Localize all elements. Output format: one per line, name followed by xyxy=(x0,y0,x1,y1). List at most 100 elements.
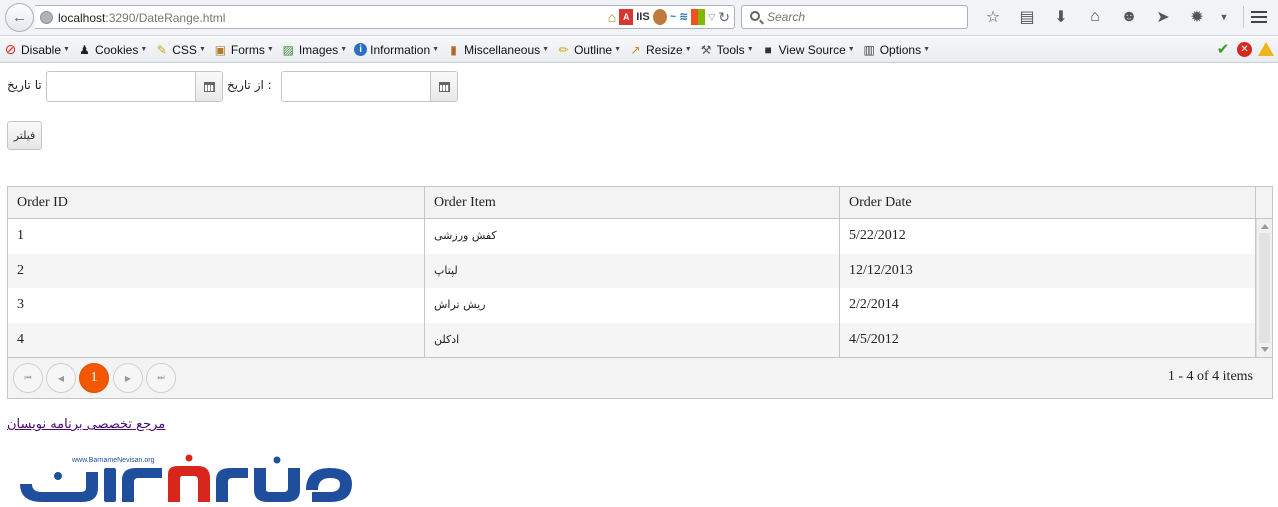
windows-icon[interactable] xyxy=(691,9,706,25)
from-date-calendar-button[interactable] xyxy=(430,72,457,101)
url-bar[interactable]: localhost:3290/DateRange.html ⌂ A IIS ~ … xyxy=(35,5,735,29)
dev-menu-tools[interactable]: ⚒ Tools ▼ xyxy=(699,42,754,57)
wave-icon[interactable]: ~ xyxy=(670,9,676,25)
browser-search-input[interactable] xyxy=(767,9,962,25)
browser-toolbar-icons: ☆ ▤ ⬇ ⌂ ☻ ➤ ✹ ▼ xyxy=(976,6,1234,28)
chat-icon[interactable]: ☻ xyxy=(1112,6,1146,28)
cell-order-item: لپتاپ xyxy=(425,253,840,288)
dev-menu-cookies[interactable]: ♟ Cookies ▼ xyxy=(77,42,147,57)
logo-url-text: www.BarnameNevisan.org xyxy=(71,457,155,464)
home-icon[interactable]: ⌂ xyxy=(608,9,616,25)
miscellaneous-icon: ▮ xyxy=(450,42,457,57)
cell-order-id: 4 xyxy=(8,322,425,357)
url-addon-icons: ⌂ A IIS ~ ≋ ▽ ↻ xyxy=(608,9,730,25)
from-date-input[interactable] xyxy=(284,74,428,99)
current-page-button[interactable]: 1 xyxy=(79,363,109,393)
pager-info: 1 - 4 of 4 items xyxy=(1167,369,1253,384)
dev-menu-options[interactable]: ▥ Options ▼ xyxy=(862,42,930,57)
cell-order-id: 1 xyxy=(8,219,425,254)
cell-order-date: 4/5/2012 xyxy=(840,322,1256,357)
first-page-icon: ⏮ xyxy=(24,373,32,382)
table-row[interactable]: 2 لپتاپ 12/12/2013 xyxy=(8,253,1272,288)
cell-order-date: 12/12/2013 xyxy=(840,253,1256,288)
error-icon[interactable]: ✕ xyxy=(1237,42,1252,57)
table-row[interactable]: 4 ادکلن 4/5/2012 xyxy=(8,322,1272,357)
scrollbar-thumb[interactable] xyxy=(1259,233,1270,343)
grid-header: Order ID Order Item Order Date xyxy=(8,187,1272,219)
filter-button[interactable]: فیلتر xyxy=(7,121,42,150)
scroll-up-icon[interactable] xyxy=(1261,224,1269,229)
from-date-picker[interactable] xyxy=(281,71,458,102)
table-row[interactable]: 1 کفش ورزشی 5/22/2012 xyxy=(8,219,1272,254)
forms-icon: ▣ xyxy=(214,42,227,57)
tools-icon: ⚒ xyxy=(700,42,712,57)
next-page-button[interactable]: ▶ xyxy=(113,363,143,393)
barnamenevisan-logo[interactable]: www.BarnameNevisan.org xyxy=(12,450,364,506)
to-date-picker[interactable] xyxy=(46,71,223,102)
grid-body: 1 کفش ورزشی 5/22/2012 2 لپتاپ 12/12/2013… xyxy=(8,219,1272,357)
cloud-icon[interactable]: ≋ xyxy=(679,9,688,25)
cookies-icon: ♟ xyxy=(79,42,90,57)
home-button-icon[interactable]: ⌂ xyxy=(1078,6,1112,28)
view-source-icon: ■ xyxy=(764,42,772,57)
cell-order-date: 5/22/2012 xyxy=(840,219,1256,254)
site-link[interactable]: مرجع تخصصی برنامه نویسان xyxy=(7,417,165,432)
dev-menu-forms[interactable]: ▣ Forms ▼ xyxy=(213,42,274,57)
dev-menu-miscellaneous[interactable]: ▮ Miscellaneous ▼ xyxy=(446,42,549,57)
search-icon xyxy=(750,11,760,21)
calendar-icon xyxy=(203,81,215,92)
disable-icon: ⊘ xyxy=(4,41,17,57)
dev-menu-view-source[interactable]: ■ View Source ▼ xyxy=(761,42,855,57)
cell-order-item: کفش ورزشی xyxy=(425,219,840,254)
hamburger-menu-icon[interactable] xyxy=(1243,6,1273,28)
warning-icon[interactable] xyxy=(1258,42,1274,56)
iis-label[interactable]: IIS xyxy=(636,9,649,25)
browser-navbar: ← localhost:3290/DateRange.html ⌂ A IIS … xyxy=(0,0,1278,36)
column-header-order-item[interactable]: Order Item xyxy=(425,187,840,219)
scroll-down-icon[interactable] xyxy=(1261,347,1269,352)
logo-mark xyxy=(20,454,352,502)
dev-menu-resize[interactable]: ↗ Resize ▼ xyxy=(628,42,692,57)
to-date-calendar-button[interactable] xyxy=(195,72,222,101)
bookmark-star-icon[interactable]: ☆ xyxy=(976,6,1010,28)
grid-pager: ⏮ ◀ 1 ▶ ⏭ 1 - 4 of 4 items xyxy=(8,357,1272,398)
last-page-button[interactable]: ⏭ xyxy=(146,363,176,393)
next-page-icon: ▶ xyxy=(124,373,132,383)
dev-menu-css[interactable]: ✎ CSS ▼ xyxy=(154,42,206,57)
grid-scrollbar[interactable] xyxy=(1256,219,1272,357)
reading-list-icon[interactable]: ▤ xyxy=(1010,6,1044,28)
send-icon[interactable]: ➤ xyxy=(1146,6,1180,28)
ninja-icon[interactable] xyxy=(652,9,667,25)
url-text[interactable]: localhost:3290/DateRange.html xyxy=(58,11,225,25)
dev-menu-images[interactable]: ▨ Images ▼ xyxy=(281,42,347,57)
back-button[interactable]: ← xyxy=(5,3,34,32)
column-header-order-id[interactable]: Order ID xyxy=(8,187,425,219)
options-icon: ▥ xyxy=(863,42,875,57)
information-icon: i xyxy=(354,43,368,56)
table-row[interactable]: 3 ریش تراش 2/2/2014 xyxy=(8,288,1272,323)
reload-icon[interactable]: ↻ xyxy=(718,9,730,25)
resize-icon: ↗ xyxy=(630,42,641,57)
dropdown-arrow-icon[interactable]: ▽ xyxy=(708,9,715,25)
dev-menu-outline[interactable]: ✏ Outline ▼ xyxy=(556,42,622,57)
to-date-label: تا تاریخ xyxy=(7,78,42,92)
dropdown-icon[interactable]: ▼ xyxy=(1214,6,1234,28)
dev-menu-information[interactable]: i Information ▼ xyxy=(354,42,439,57)
angular-icon[interactable]: A xyxy=(619,9,634,25)
column-header-order-date[interactable]: Order Date xyxy=(840,187,1256,219)
first-page-button[interactable]: ⏮ xyxy=(13,363,43,393)
cell-order-id: 2 xyxy=(8,253,425,288)
previous-page-button[interactable]: ◀ xyxy=(46,363,76,393)
globe-icon xyxy=(40,11,53,24)
dev-menu-disable[interactable]: ⊘ Disable ▼ xyxy=(3,41,70,57)
web-developer-toolbar: ⊘ Disable ▼ ♟ Cookies ▼ ✎ CSS ▼ ▣ Forms ▼ ▨ Image… xyxy=(0,37,1278,63)
calendar-icon xyxy=(438,81,450,92)
browser-search-box[interactable] xyxy=(741,5,968,29)
download-icon[interactable]: ⬇ xyxy=(1044,6,1078,28)
validation-ok-icon[interactable]: ✔ xyxy=(1215,42,1231,58)
images-icon: ▨ xyxy=(282,42,294,57)
previous-page-icon: ◀ xyxy=(57,373,65,383)
firebug-icon[interactable]: ✹ xyxy=(1180,6,1214,28)
to-date-input[interactable] xyxy=(49,74,193,99)
from-date-label: از تاریخ : xyxy=(227,78,272,92)
